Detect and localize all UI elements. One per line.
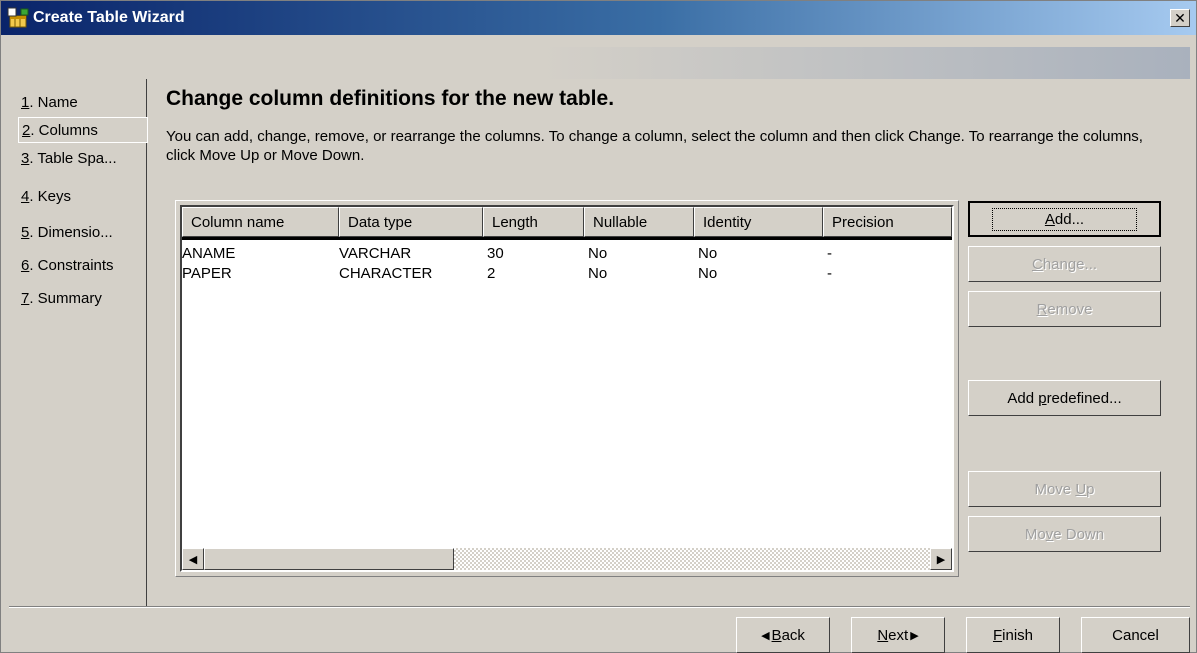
column-header-name[interactable]: Column name [182,207,339,237]
nav-step-dimensions[interactable]: 5. Dimensio... [18,219,148,245]
remove-button-label: Remove [1036,300,1093,318]
scroll-right-button[interactable]: ▶ [930,548,952,570]
close-icon: ✕ [1174,10,1186,26]
column-header-length[interactable]: Length [483,207,584,237]
horizontal-scrollbar[interactable]: ◀ ▶ [182,548,952,570]
columns-table[interactable]: Column name Data type Length Nullable Id… [180,205,954,572]
create-table-wizard-window: Create Table Wizard ✕ 1. Name 2. Columns… [0,0,1197,653]
nav-step-summary[interactable]: 7. Summary [18,285,148,311]
add-predefined-button[interactable]: Add predefined... [968,380,1161,416]
arrow-left-icon: ◀ [188,553,198,566]
cell-precision: - [827,265,832,282]
nav-step-table-space[interactable]: 3. Table Spa... [18,145,148,171]
finish-button[interactable]: Finish [966,617,1060,653]
arrow-right-icon: ▶ [936,553,946,566]
column-header-nullable[interactable]: Nullable [584,207,694,237]
next-arrow-icon: ▶ [910,629,919,642]
wizard-steps-nav: 1. Name 2. Columns 3. Table Spa... 4. Ke… [9,79,148,607]
cell-length: 30 [487,245,504,262]
wizard-table-icon [7,6,31,30]
page-heading: Change column definitions for the new ta… [166,87,615,110]
back-arrow-icon: ◀ [761,629,770,642]
move-down-button[interactable]: Move Down [968,516,1161,552]
column-header-identity[interactable]: Identity [694,207,823,237]
nav-step-constraints[interactable]: 6. Constraints [18,252,148,278]
cell-identity: No [698,245,718,262]
change-button[interactable]: Change... [968,246,1161,282]
scroll-left-button[interactable]: ◀ [182,548,204,570]
window-title: Create Table Wizard [33,9,185,26]
cell-column-name: ANAME [182,245,236,262]
cell-precision: - [827,245,832,262]
cell-nullable: No [588,265,608,282]
nav-step-name[interactable]: 1. Name [18,89,148,115]
scroll-thumb[interactable] [204,548,454,570]
nav-step-keys[interactable]: 4. Keys [18,183,148,209]
change-button-label: Change... [1031,255,1098,273]
next-button[interactable]: Next ▶ [851,617,945,653]
cell-identity: No [698,265,718,282]
table-row[interactable]: PAPER CHARACTER 2 No No - [182,265,952,285]
column-header-precision[interactable]: Precision [823,207,952,237]
cancel-button[interactable]: Cancel [1081,617,1190,653]
columns-table-frame: Column name Data type Length Nullable Id… [175,200,959,577]
cell-data-type: VARCHAR [339,245,412,262]
table-row[interactable]: ANAME VARCHAR 30 No No - [182,245,952,265]
move-up-button[interactable]: Move Up [968,471,1161,507]
header-band [9,47,1190,79]
move-down-button-label: Move Down [1024,525,1105,543]
cell-nullable: No [588,245,608,262]
column-header-data-type[interactable]: Data type [339,207,483,237]
nav-step-columns[interactable]: 2. Columns [18,117,148,143]
cell-data-type: CHARACTER [339,265,433,282]
back-button[interactable]: ◀ Back [736,617,830,653]
cell-column-name: PAPER [182,265,232,282]
scroll-track[interactable] [454,548,930,570]
add-button[interactable]: Add... [968,201,1161,237]
close-button[interactable]: ✕ [1170,9,1190,27]
title-bar: Create Table Wizard ✕ [1,1,1196,35]
remove-button[interactable]: Remove [968,291,1161,327]
footer-separator [9,606,1190,608]
cell-length: 2 [487,265,496,282]
add-button-label: Add... [991,207,1138,231]
add-predefined-button-label: Add predefined... [1007,389,1122,407]
table-header: Column name Data type Length Nullable Id… [182,207,952,240]
page-description: You can add, change, remove, or rearrang… [166,128,1143,164]
move-up-button-label: Move Up [1034,480,1095,498]
